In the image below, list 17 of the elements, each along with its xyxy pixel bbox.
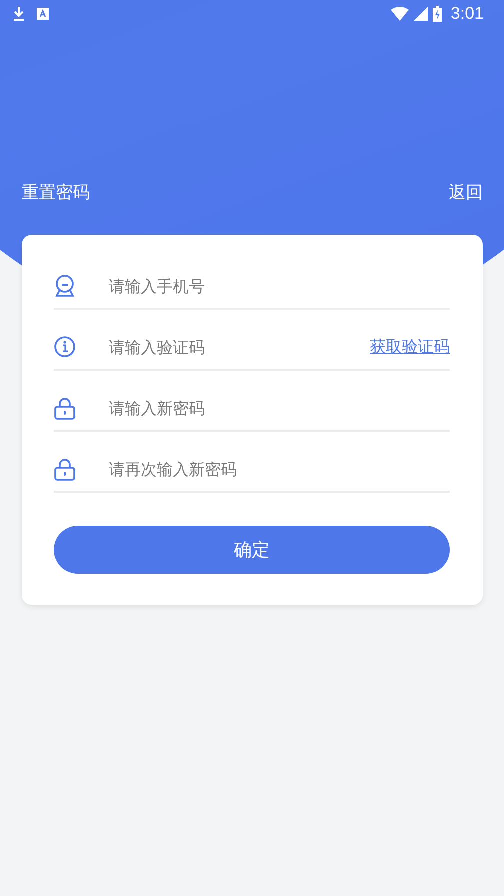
signal-icon — [414, 7, 428, 21]
input-field[interactable]: 请输入验证码 — [109, 338, 370, 357]
info-icon — [54, 336, 76, 360]
confirm-button[interactable]: 确定 — [54, 526, 450, 574]
page-title: 重置密码 — [22, 182, 90, 204]
wifi-icon — [390, 7, 409, 21]
back-link[interactable]: 返回 — [449, 180, 483, 204]
download-icon — [13, 7, 25, 21]
lock-icon — [54, 458, 76, 482]
lock-icon — [54, 396, 76, 420]
get-code-link[interactable]: 获取验证码 — [370, 337, 450, 358]
input-field[interactable]: 请再次输入新密码 — [109, 460, 450, 479]
input-field[interactable]: 请输入新密码 — [109, 399, 450, 418]
app-icon — [37, 8, 49, 20]
person-icon — [54, 274, 76, 298]
clock-time: 3:01 — [450, 4, 484, 24]
input-field[interactable]: 请输入手机号 — [109, 277, 450, 296]
